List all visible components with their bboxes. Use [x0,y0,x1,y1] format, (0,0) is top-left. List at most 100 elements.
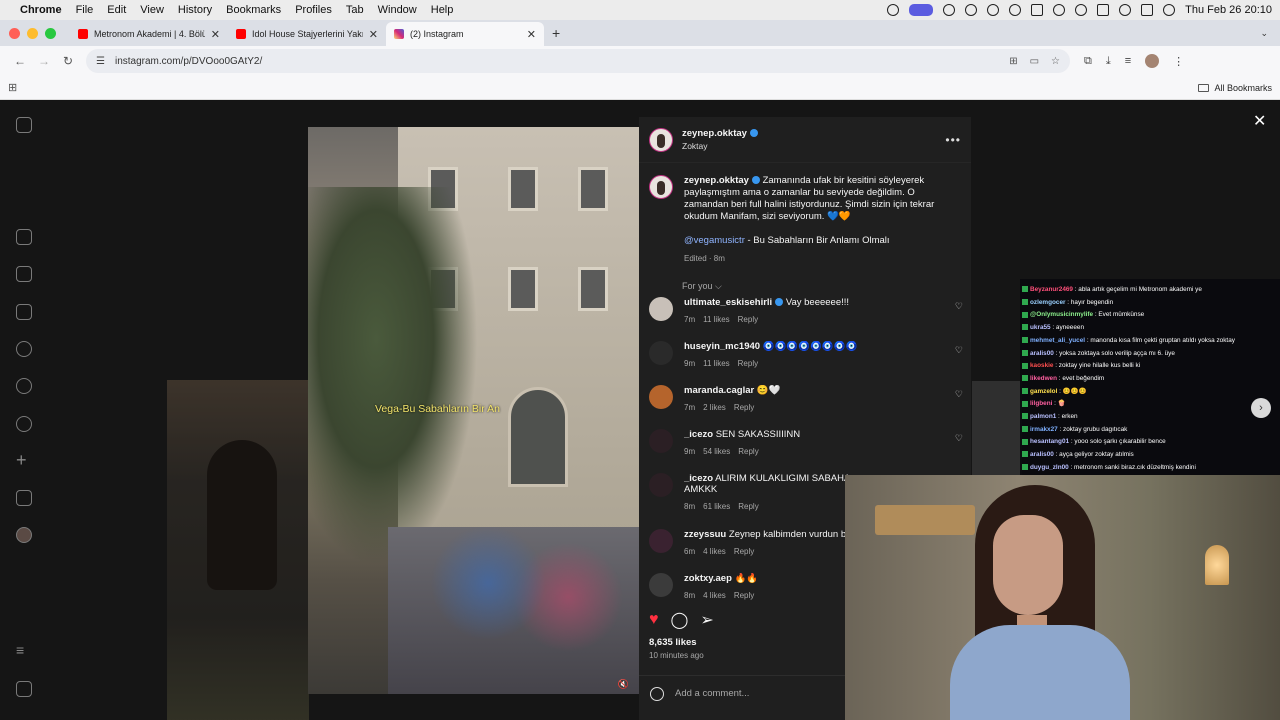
add-comment-input[interactable]: Add a comment... [675,688,749,699]
chat-username[interactable]: ozlemgocer [1030,299,1066,306]
menu-view[interactable]: View [140,4,164,16]
author-subtitle[interactable]: Zoktay [682,141,758,151]
back-icon[interactable]: ← [8,54,32,68]
chat-username[interactable]: lilgbeni [1030,400,1052,407]
explore-icon[interactable] [16,378,32,394]
comment-username[interactable]: zzeyssuu [684,529,726,540]
comment-like-icon[interactable]: ♡ [955,345,963,356]
comment-username[interactable]: huseyin_mc1940 [684,341,760,352]
like-count[interactable]: 8,635 likes [649,637,697,648]
user-status-icon[interactable] [1053,4,1066,16]
commenter-avatar[interactable] [649,529,673,553]
reply-button[interactable]: Reply [738,315,758,324]
battery-icon[interactable] [1097,4,1110,16]
comment-username[interactable]: zoktxy.aep [684,573,732,584]
comment-like-icon[interactable]: ♡ [955,301,963,312]
chat-username[interactable]: duygu_zln00 [1030,464,1069,471]
menu-app-name[interactable]: Chrome [20,4,62,16]
commenter-avatar[interactable] [649,341,673,365]
clock-icon[interactable] [987,4,1000,16]
close-window-button[interactable] [9,27,20,39]
menubar-clock[interactable]: Thu Feb 26 20:10 [1185,4,1272,16]
comment-likes[interactable]: 11 likes [703,315,730,324]
tab-search-chevron-icon[interactable]: ⌄ [1260,28,1268,39]
menu-bookmarks[interactable]: Bookmarks [226,4,281,16]
notifications-icon[interactable] [16,416,32,432]
messages-icon[interactable] [16,304,32,320]
commenter-avatar[interactable] [649,573,673,597]
create-icon[interactable]: + [16,451,32,469]
more-menu-icon[interactable]: ⋮ [1173,55,1184,68]
commenter-avatar[interactable] [649,429,673,453]
mute-icon[interactable]: 🔇 [618,679,629,690]
comment-likes[interactable]: 2 likes [703,403,726,412]
reels-icon[interactable] [16,266,32,282]
comment-username[interactable]: _icezo [684,473,713,484]
music-user-link[interactable]: @vegamusictr [684,235,745,246]
close-tab-icon[interactable]: ✕ [211,28,220,41]
chat-username[interactable]: irmakx27 [1030,426,1058,433]
reply-button[interactable]: Reply [734,591,754,600]
keyboard-input-icon[interactable] [1031,4,1044,16]
emoji-icon[interactable] [650,686,664,701]
previous-post-preview[interactable] [167,380,309,720]
more-options-icon[interactable]: ••• [945,133,961,147]
next-post-chevron-icon[interactable]: › [1251,398,1271,418]
site-info-icon[interactable]: ☰ [96,56,105,67]
media-controls-icon[interactable]: ≡ [1125,55,1131,67]
chat-username[interactable]: ukra55 [1030,324,1051,331]
reply-button[interactable]: Reply [738,447,758,456]
menu-file[interactable]: File [76,4,94,16]
reply-button[interactable]: Reply [738,502,758,511]
comment-like-icon[interactable]: ♡ [955,389,963,400]
for-you-filter[interactable]: For you ⌵ [682,281,971,292]
menu-help[interactable]: Help [431,4,454,16]
music-title[interactable]: - Bu Sabahların Bir Anlamı Olmalı [745,235,889,246]
chat-username[interactable]: kaoskie [1030,362,1053,369]
siri-icon[interactable] [1163,4,1176,16]
streaming-icon[interactable] [965,4,978,16]
new-tab-icon[interactable]: + [552,25,560,41]
menu-history[interactable]: History [178,4,212,16]
address-bar[interactable]: ☰ instagram.com/p/DVOoo0GAtY2/ ⊞ ▭ ☆ [86,49,1070,73]
profile-avatar-icon[interactable] [1145,54,1160,68]
comment-username[interactable]: _icezo [684,429,713,440]
home-icon[interactable] [16,229,32,245]
comment-likes[interactable]: 4 likes [703,591,726,600]
tab-instagram[interactable]: (2) Instagram ✕ [386,22,544,46]
chat-username[interactable]: mehmet_ali_yucel [1030,337,1085,344]
chat-username[interactable]: aralis00 [1030,451,1054,458]
all-bookmarks-button[interactable]: All Bookmarks [1198,83,1272,93]
author-avatar[interactable] [649,175,673,199]
chat-username[interactable]: hesantang01 [1030,438,1069,445]
author-username[interactable]: zeynep.okktay [682,128,758,139]
downloads-icon[interactable]: ⤓ [1106,55,1111,68]
commenter-avatar[interactable] [649,385,673,409]
screen-record-icon[interactable] [887,4,900,16]
zoom-window-button[interactable] [45,27,56,39]
menu-tab[interactable]: Tab [346,4,364,16]
dashboard-icon[interactable] [16,490,32,506]
cast-icon[interactable]: ▭ [1030,56,1039,67]
active-app-status-icon[interactable] [909,4,934,16]
profile-icon[interactable] [16,527,32,543]
commenter-avatar[interactable] [649,473,673,497]
play-icon[interactable] [1009,4,1022,16]
menu-edit[interactable]: Edit [107,4,126,16]
chat-username[interactable]: aralis00 [1030,350,1054,357]
caption-username[interactable]: zeynep.okktay [684,175,749,186]
wifi-icon[interactable] [1075,4,1088,16]
tab-metronom[interactable]: Metronom Akademi | 4. Bölüm ✕ [70,22,228,46]
reload-icon[interactable]: ↻ [56,54,80,68]
instagram-icon[interactable] [16,117,32,133]
close-tab-icon[interactable]: ✕ [527,28,536,41]
also-from-meta-icon[interactable] [16,681,32,697]
author-avatar[interactable] [649,127,673,152]
reply-button[interactable]: Reply [738,359,758,368]
commenter-avatar[interactable] [649,297,673,321]
chat-username[interactable]: @Onlymusicinmylife [1030,311,1093,318]
comment-like-icon[interactable]: ♡ [955,433,963,444]
comment-icon[interactable]: ◯ [671,610,689,630]
chat-username[interactable]: gamzelol [1030,388,1057,395]
bookmark-star-icon[interactable]: ☆ [1051,56,1060,67]
